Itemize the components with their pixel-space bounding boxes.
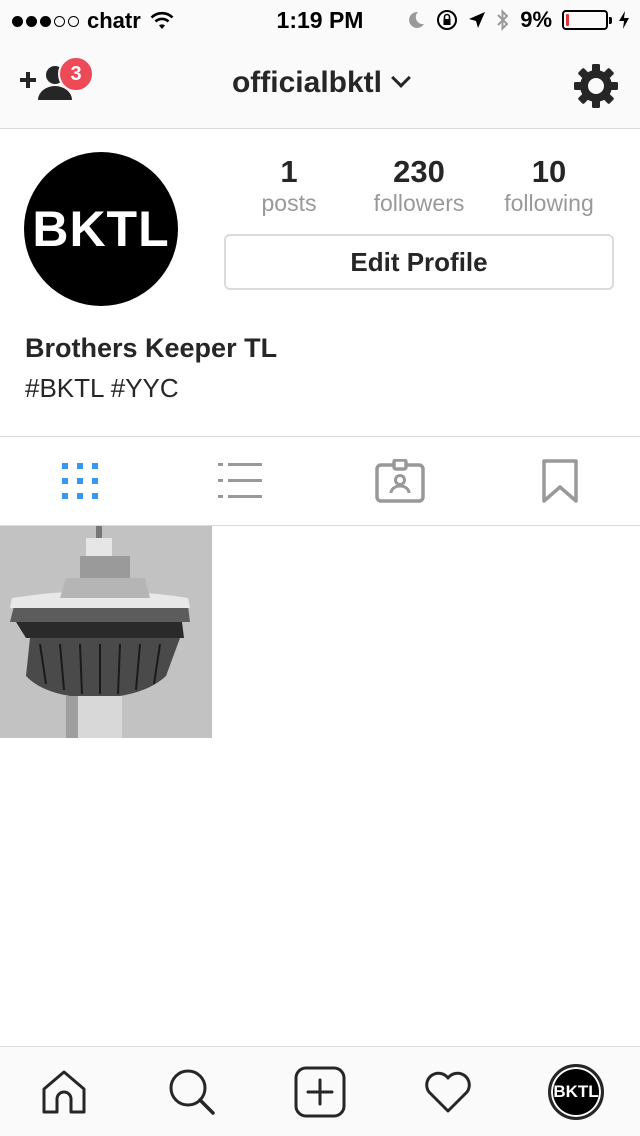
battery-icon (562, 10, 612, 30)
posts-count: 1 (280, 154, 298, 189)
battery-percent: 9% (520, 7, 552, 32)
add-icon (294, 1066, 346, 1118)
charging-bolt-icon (619, 11, 629, 29)
followers-label: followers (373, 190, 465, 216)
followers-count: 230 (393, 154, 445, 189)
profile-view-tabs (0, 436, 640, 526)
nav-profile[interactable]: BKTL (512, 1047, 640, 1136)
tab-list[interactable] (160, 437, 320, 525)
bio-text: #BKTL #YYC (25, 373, 179, 403)
profile-avatar[interactable]: BKTL (24, 152, 178, 306)
followers-stat[interactable]: 230 followers (354, 155, 484, 217)
tab-grid[interactable] (0, 437, 160, 525)
following-stat[interactable]: 10 following (484, 155, 614, 217)
nav-activity[interactable] (384, 1047, 512, 1136)
chevron-down-icon (391, 68, 411, 88)
following-count: 10 (531, 154, 567, 189)
search-icon (169, 1069, 215, 1115)
rotation-lock-icon (437, 10, 458, 30)
moon-icon (409, 11, 425, 28)
status-right: 9% (406, 7, 630, 33)
account-switcher[interactable]: officialbktl (0, 66, 640, 100)
post-thumbnail[interactable] (0, 526, 212, 738)
following-label: following (504, 190, 594, 216)
nav-add-post[interactable] (256, 1047, 384, 1136)
status-bar: chatr 1:19 PM 9% (0, 0, 640, 40)
gear-icon (574, 64, 618, 108)
tab-tagged[interactable] (320, 437, 480, 525)
nav-avatar-text: BKTL (553, 1082, 599, 1101)
edit-profile-button[interactable]: Edit Profile (224, 234, 614, 290)
nav-search[interactable] (128, 1047, 256, 1136)
nav-home[interactable] (0, 1047, 128, 1136)
bookmark-icon (542, 459, 578, 503)
profile-avatar-icon: BKTL (548, 1064, 604, 1120)
bluetooth-icon (497, 9, 509, 31)
list-icon (218, 463, 262, 498)
username-label: officialbktl (231, 66, 382, 99)
posts-label: posts (261, 190, 317, 216)
tower-photo (0, 526, 212, 738)
grid-icon (62, 463, 98, 499)
profile-header: 3 officialbktl (0, 40, 640, 129)
bottom-navigation: BKTL (0, 1046, 640, 1136)
heart-icon (425, 1071, 471, 1113)
location-icon (469, 12, 486, 28)
posts-stat[interactable]: 1 posts (224, 155, 354, 217)
battery-level (566, 14, 569, 26)
tab-saved[interactable] (480, 437, 640, 525)
full-name: Brothers Keeper TL (25, 333, 278, 363)
avatar-logo-text: BKTL (32, 201, 170, 257)
settings-button[interactable] (572, 62, 620, 110)
tagged-icon (375, 459, 425, 503)
home-icon (42, 1070, 86, 1114)
